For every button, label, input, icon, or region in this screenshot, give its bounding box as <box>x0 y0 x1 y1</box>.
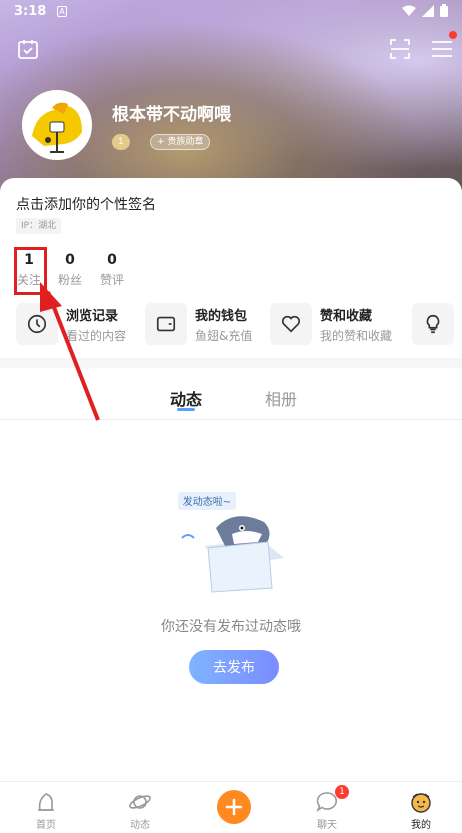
stat-likes[interactable]: 0 赞评 <box>98 252 126 288</box>
ip-location-tag: IP：湖北 <box>16 218 62 234</box>
wallet-button[interactable]: 我的钱包 鱼翅&充值 <box>145 303 252 345</box>
empty-state-bubble: 发动态啦~ <box>183 495 231 508</box>
likes-favorites-title: 赞和收藏 <box>320 308 373 324</box>
plus-icon <box>225 798 243 816</box>
mine-face-icon <box>411 793 431 813</box>
wallet-sub: 鱼翅&充值 <box>195 328 253 343</box>
calendar-check-icon[interactable] <box>16 37 40 61</box>
chat-unread-badge: 1 <box>335 785 349 799</box>
empty-state-message: 你还没有发布过动态哦 <box>161 619 301 635</box>
menu-notification-dot <box>449 31 457 39</box>
profile-card: 点击添加你的个性签名 IP：湖北 1 关注 0 粉丝 0 赞评 浏览记录 看过的… <box>0 178 462 358</box>
planet-icon <box>129 795 151 809</box>
notification-a-icon: A <box>57 6 67 17</box>
nav-chat-label: 聊天 <box>317 820 337 831</box>
status-time: 3:18 <box>14 4 47 19</box>
menu-icon[interactable] <box>430 31 457 61</box>
bottom-nav: 首页 动态 1 聊天 我的 <box>0 781 462 833</box>
status-bar: 3:18 A <box>0 0 462 24</box>
lightbulb-button[interactable] <box>412 303 454 345</box>
browse-history-button[interactable]: 浏览记录 看过的内容 <box>16 303 126 345</box>
nav-dynamic[interactable]: 动态 <box>110 782 170 833</box>
nav-chat[interactable]: 1 聊天 <box>297 782 357 833</box>
section-divider <box>0 358 462 368</box>
browse-history-title: 浏览记录 <box>66 308 119 324</box>
create-plus-button[interactable] <box>217 790 251 824</box>
nav-home[interactable]: 首页 <box>16 782 76 833</box>
avatar[interactable] <box>22 90 92 160</box>
publish-button[interactable]: 去发布 <box>189 650 279 684</box>
fans-count: 0 <box>65 252 75 268</box>
heart-icon <box>270 303 312 345</box>
empty-state-shark-illustration: 发动态啦~ <box>178 492 284 593</box>
content-tabs: 动态 相册 <box>0 368 462 420</box>
status-icons <box>402 4 448 17</box>
likes-label: 赞评 <box>99 273 124 287</box>
lightbulb-icon <box>412 303 454 345</box>
nav-home-label: 首页 <box>36 820 56 831</box>
likes-favorites-button[interactable]: 赞和收藏 我的赞和收藏 <box>270 303 392 345</box>
clock-icon <box>16 303 58 345</box>
tab-dynamic[interactable]: 动态 <box>170 386 202 410</box>
signature-prompt[interactable]: 点击添加你的个性签名 <box>16 194 156 214</box>
nav-dynamic-label: 动态 <box>130 820 150 831</box>
avatar-image <box>24 92 90 158</box>
browse-history-sub: 看过的内容 <box>66 328 127 343</box>
wallet-icon <box>145 303 187 345</box>
tab-album[interactable]: 相册 <box>265 386 297 410</box>
stat-fans[interactable]: 0 粉丝 <box>56 252 84 288</box>
likes-favorites-sub: 我的赞和收藏 <box>320 328 393 343</box>
nav-mine[interactable]: 我的 <box>391 782 451 833</box>
username: 根本带不动啊喂 <box>112 105 231 125</box>
noble-badge-button[interactable]: + 贵族勋章 <box>150 134 211 150</box>
likes-count: 0 <box>107 252 117 268</box>
level-badge[interactable]: 1 <box>112 134 130 150</box>
wifi-icon <box>402 5 416 16</box>
profile-header-background: 3:18 A 根本带不动啊喂 1 + 贵族勋章 <box>0 0 462 200</box>
battery-icon <box>440 4 448 17</box>
signal-icon <box>422 4 434 17</box>
nav-mine-label: 我的 <box>411 820 431 831</box>
active-tab-indicator <box>177 408 195 411</box>
scan-icon[interactable] <box>388 37 412 61</box>
wallet-title: 我的钱包 <box>195 308 248 324</box>
home-sail-icon <box>38 793 54 811</box>
fans-label: 粉丝 <box>57 273 82 287</box>
annotation-highlight-box <box>14 247 47 295</box>
